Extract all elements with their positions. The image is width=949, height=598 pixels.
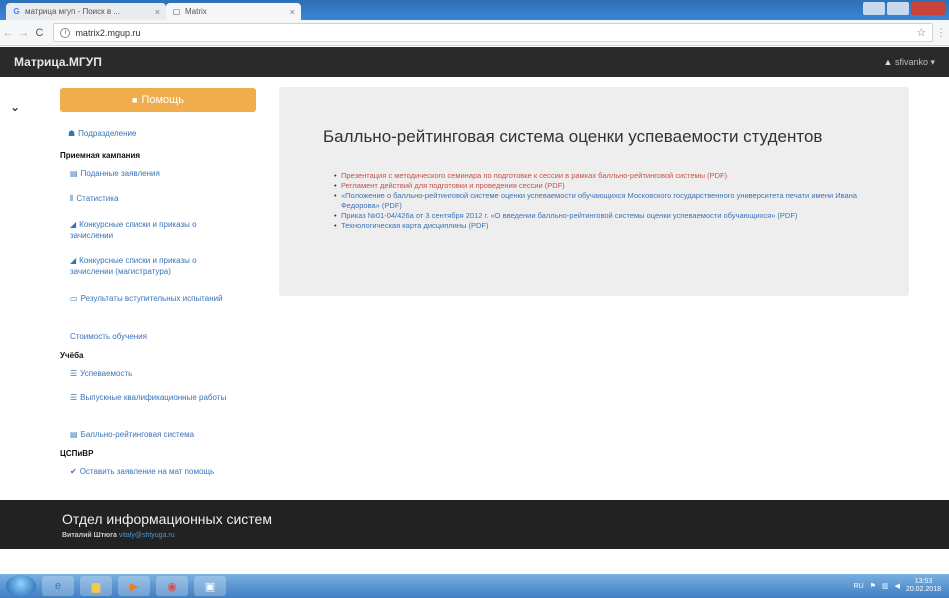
main-panel: Балльно-рейтинговая система оценки успев… <box>279 87 909 296</box>
list-icon: ☰ <box>70 393 78 402</box>
check-icon: ✔ <box>70 467 77 476</box>
monitor-icon: ▭ <box>70 294 78 303</box>
url-text: matrix2.mgup.ru <box>75 27 141 38</box>
building-icon: ▤ <box>70 430 78 439</box>
address-bar: ← → C i matrix2.mgup.ru ☆ ⋮ <box>0 20 949 46</box>
sidebar-item-statistics[interactable]: ⫴ Статистика <box>70 193 118 204</box>
minimize-button[interactable] <box>863 2 885 15</box>
site-navbar: Матрица.МГУП ▲ sfivanko ▾ <box>0 47 949 77</box>
info-icon[interactable]: i <box>60 27 71 38</box>
user-menu[interactable]: ▲ sfivanko ▾ <box>884 57 936 68</box>
tab-label: матрица мгуп - Поиск в ... <box>25 7 120 16</box>
page-title: Балльно-рейтинговая система оценки успев… <box>323 127 823 146</box>
os-taskbar: e ▆ ▶ ◉ ▣ RU ⚑ ▥ ◀ 13:53 20.02.2018 <box>0 574 949 598</box>
section-heading: Учёба <box>60 351 84 360</box>
doc-link-tech-card[interactable]: Технологическая карта дисциплины (PDF) <box>334 221 871 231</box>
footer-email-link[interactable]: vitaly@shtyuga.ru <box>119 532 175 539</box>
star-icon[interactable]: ☆ <box>916 26 926 39</box>
tab-label: Matrix <box>185 7 207 16</box>
sidebar-item-applications[interactable]: ▤ Поданные заявления <box>70 168 160 179</box>
chevron-down-icon[interactable]: ⌄ <box>10 100 20 114</box>
close-icon[interactable]: × <box>155 7 160 17</box>
help-button-label: Помощь <box>141 94 184 106</box>
sidebar-item-tuition[interactable]: Стоимость обучения <box>70 331 147 342</box>
app-window-icon[interactable]: ▣ <box>194 576 226 596</box>
tab-matrix[interactable]: ▢ Matrix × <box>166 3 301 20</box>
close-icon[interactable]: × <box>290 7 295 17</box>
sidebar-item-competitive-lists-master[interactable]: ◢ Конкурсные списки и приказы о зачислени… <box>70 255 240 277</box>
window-controls <box>863 2 945 15</box>
back-icon[interactable]: ← <box>0 27 16 39</box>
maximize-button[interactable] <box>887 2 909 15</box>
document-list: Презентация с методического семинара по … <box>334 171 871 231</box>
footer-contact: Виталий Штюга vitaly@shtyuga.ru <box>62 532 949 539</box>
media-player-icon[interactable]: ▶ <box>118 576 150 596</box>
menu-icon[interactable]: ⋮ <box>933 26 949 39</box>
language-indicator[interactable]: RU <box>854 583 864 590</box>
sidebar-item-competitive-lists[interactable]: ◢ Конкурсные списки и приказы о зачислени… <box>70 219 240 241</box>
url-input[interactable]: i matrix2.mgup.ru ☆ <box>53 23 934 42</box>
system-tray: RU ⚑ ▥ ◀ 13:53 20.02.2018 <box>854 578 949 594</box>
sidebar-item-theses[interactable]: ☰ Выпускные квалификационные работы <box>70 392 250 403</box>
page-footer: Отдел информационных систем Виталий Штюг… <box>0 500 949 549</box>
network-icon[interactable]: ▥ <box>882 582 889 590</box>
doc-link-regulation[interactable]: Регламент действий для подготовки и пров… <box>334 181 871 191</box>
user-icon: ▲ <box>883 56 893 67</box>
google-icon: G <box>13 7 20 16</box>
help-button[interactable]: ■ Помощь <box>60 88 256 112</box>
chat-icon: ■ <box>132 95 138 105</box>
sidebar-item-podrazdelenie[interactable]: ☗ Подразделение <box>68 128 136 139</box>
sidebar-item-exam-results[interactable]: ▭ Результаты вступительных испытаний <box>70 293 240 304</box>
window-close-button[interactable] <box>911 2 945 15</box>
page-icon: ▢ <box>172 7 181 16</box>
clock[interactable]: 13:53 20.02.2018 <box>906 578 941 594</box>
users-icon: ☗ <box>68 129 76 138</box>
building-icon: ▤ <box>70 169 78 178</box>
forward-icon[interactable]: → <box>16 27 32 39</box>
chart-icon: ◢ <box>70 220 77 229</box>
section-heading: ЦСПиВР <box>60 449 94 458</box>
start-button[interactable] <box>6 575 36 597</box>
volume-icon[interactable]: ◀ <box>895 582 900 590</box>
folder-icon[interactable]: ▆ <box>80 576 112 596</box>
sidebar-item-financial-aid[interactable]: ✔ Оставить заявление на мат помощь <box>70 466 240 477</box>
reload-icon[interactable]: C <box>32 27 48 39</box>
flag-icon[interactable]: ⚑ <box>870 582 876 590</box>
doc-link-presentation[interactable]: Презентация с методического семинара по … <box>334 171 871 181</box>
user-name: sfivanko <box>894 56 928 67</box>
tab-search[interactable]: G матрица мгуп - Поиск в ... × <box>6 3 166 20</box>
doc-link-order[interactable]: Приказ №01-04/426а от 3 сентября 2012 г.… <box>334 211 871 221</box>
section-heading: Приемная кампания <box>60 151 141 160</box>
sidebar-item-rating-system[interactable]: ▤ Балльно-рейтинговая система <box>70 429 194 440</box>
doc-link-regulation-position[interactable]: «Положение о балльно-рейтинговой системе… <box>334 191 871 211</box>
list-icon: ☰ <box>70 369 78 378</box>
stats-icon: ⫴ <box>70 194 74 203</box>
footer-author: Виталий Штюга <box>62 532 117 539</box>
brand-link[interactable]: Матрица.МГУП <box>14 55 102 69</box>
chrome-icon[interactable]: ◉ <box>156 576 188 596</box>
chart-icon: ◢ <box>70 256 77 265</box>
footer-title: Отдел информационных систем <box>62 511 272 527</box>
browser-tab-bar: G матрица мгуп - Поиск в ... × ▢ Matrix … <box>0 0 949 20</box>
ie-icon[interactable]: e <box>42 576 74 596</box>
sidebar-item-performance[interactable]: ☰ Успеваемость <box>70 368 132 379</box>
